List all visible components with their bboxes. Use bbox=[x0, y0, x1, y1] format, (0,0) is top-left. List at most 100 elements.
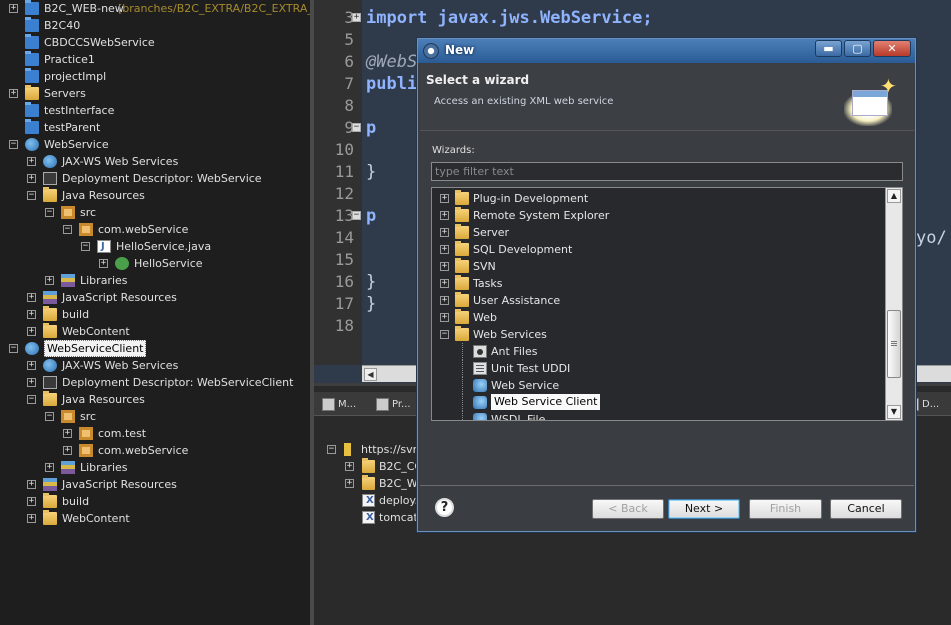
finish-button[interactable]: Finish bbox=[749, 499, 822, 519]
explorer-item-label: Deployment Descriptor: WebService bbox=[62, 172, 262, 185]
code-line[interactable]: publi bbox=[366, 74, 417, 94]
explorer-item-label: B2C_WEB-new bbox=[44, 2, 124, 15]
collapse-icon[interactable]: − bbox=[327, 445, 336, 454]
wizard-header-description: Access an existing XML web service bbox=[434, 96, 614, 107]
next-button[interactable]: Next > bbox=[668, 499, 740, 519]
explorer-item-label: WebService bbox=[44, 138, 109, 151]
explorer-item-label: Servers bbox=[44, 87, 86, 100]
folder-icon bbox=[25, 85, 39, 100]
expand-icon[interactable]: + bbox=[440, 279, 449, 288]
code-line[interactable]: } bbox=[366, 162, 376, 182]
wizard-tree-label: User Assistance bbox=[473, 294, 561, 307]
explorer-item-label: src bbox=[80, 410, 97, 423]
expand-icon[interactable]: + bbox=[99, 259, 108, 268]
collapse-icon[interactable]: − bbox=[440, 330, 449, 339]
help-icon[interactable]: ? bbox=[435, 498, 454, 517]
expand-icon[interactable]: + bbox=[27, 361, 36, 370]
close-button[interactable]: ✕ bbox=[873, 40, 911, 57]
expand-icon[interactable]: + bbox=[63, 429, 72, 438]
expand-icon[interactable]: + bbox=[27, 497, 36, 506]
expand-icon[interactable]: + bbox=[440, 296, 449, 305]
explorer-item-label: src bbox=[80, 206, 97, 219]
wizard-filter-input[interactable] bbox=[431, 162, 903, 181]
explorer-item-label: testParent bbox=[44, 121, 101, 134]
scroll-down-arrow-icon[interactable]: ▼ bbox=[887, 405, 901, 419]
project-explorer: + B2C_WEB-new [branches/B2C_EXTRA/B2C_EXT… bbox=[0, 0, 310, 625]
web-service-icon bbox=[25, 138, 39, 151]
scroll-up-arrow-icon[interactable]: ▲ bbox=[887, 189, 901, 203]
expand-icon[interactable]: + bbox=[27, 174, 36, 183]
expand-icon[interactable]: + bbox=[27, 514, 36, 523]
expand-icon[interactable]: + bbox=[27, 480, 36, 489]
collapse-icon[interactable]: − bbox=[27, 191, 36, 200]
collapse-icon[interactable]: − bbox=[63, 225, 72, 234]
wizard-tree[interactable]: + Plug-in Development + Remote System Explo… bbox=[431, 187, 903, 421]
folder-icon bbox=[43, 391, 57, 406]
folder-icon bbox=[455, 190, 469, 205]
maximize-button[interactable]: ▢ bbox=[844, 40, 871, 57]
scrollbar-thumb[interactable] bbox=[887, 310, 901, 378]
expand-icon[interactable]: + bbox=[27, 327, 36, 336]
collapse-icon[interactable]: − bbox=[9, 344, 18, 353]
scroll-left-arrow-icon[interactable]: ◀ bbox=[364, 368, 377, 381]
collapse-icon[interactable]: − bbox=[81, 242, 90, 251]
code-text: } bbox=[366, 162, 377, 182]
expand-icon[interactable]: + bbox=[63, 446, 72, 455]
collapse-icon[interactable]: − bbox=[9, 140, 18, 149]
fold-collapse-icon[interactable]: − bbox=[352, 123, 361, 132]
expand-icon[interactable]: + bbox=[45, 463, 54, 472]
expand-icon[interactable]: + bbox=[440, 313, 449, 322]
line-number: 16 bbox=[334, 272, 354, 291]
tab-properties[interactable]: Pr... bbox=[374, 396, 411, 413]
expand-icon[interactable]: + bbox=[345, 462, 354, 471]
expand-icon[interactable]: + bbox=[27, 157, 36, 166]
dialog-titlebar[interactable]: New ▬ ▢ ✕ bbox=[418, 39, 915, 63]
code-line[interactable]: @WebS bbox=[366, 52, 417, 72]
xml-file-icon bbox=[362, 509, 375, 526]
line-number: 8 bbox=[344, 96, 354, 115]
explorer-item-label: Practice1 bbox=[44, 53, 95, 66]
project-icon bbox=[25, 119, 39, 134]
repository-icon bbox=[344, 443, 351, 456]
expand-icon[interactable]: + bbox=[27, 378, 36, 387]
expand-icon[interactable]: + bbox=[440, 245, 449, 254]
tab-markers[interactable]: M... bbox=[320, 396, 356, 413]
expand-icon[interactable]: + bbox=[440, 262, 449, 271]
line-number: 9 bbox=[344, 118, 354, 137]
expand-icon[interactable]: + bbox=[345, 479, 354, 488]
expand-icon[interactable]: + bbox=[27, 310, 36, 319]
expand-icon[interactable]: + bbox=[440, 211, 449, 220]
wizard-tree-label: Web Services bbox=[473, 328, 547, 341]
expand-icon[interactable]: + bbox=[45, 276, 54, 285]
code-line[interactable]: } bbox=[366, 272, 376, 292]
cancel-button[interactable]: Cancel bbox=[830, 499, 902, 519]
back-button[interactable]: < Back bbox=[592, 499, 664, 519]
line-number: 17 bbox=[334, 294, 354, 313]
expand-icon[interactable]: + bbox=[9, 89, 18, 98]
fold-collapse-icon[interactable]: − bbox=[352, 211, 361, 220]
project-icon bbox=[25, 17, 39, 32]
folder-icon bbox=[43, 187, 57, 202]
wizard-tree-scrollbar[interactable]: ▲ ▼ bbox=[885, 188, 902, 420]
collapse-icon[interactable]: − bbox=[45, 412, 54, 421]
explorer-item-label: B2C40 bbox=[44, 19, 81, 32]
minimize-button[interactable]: ▬ bbox=[815, 40, 842, 57]
line-number: 12 bbox=[334, 184, 354, 203]
code-line[interactable]: p bbox=[366, 118, 376, 138]
explorer-item-label: projectImpl bbox=[44, 70, 107, 83]
code-line-tail: yo/ bbox=[916, 228, 947, 248]
collapse-icon[interactable]: − bbox=[45, 208, 54, 217]
expand-icon[interactable]: + bbox=[440, 194, 449, 203]
expand-icon[interactable]: + bbox=[440, 228, 449, 237]
code-line[interactable]: p bbox=[366, 206, 376, 226]
code-line[interactable]: } bbox=[366, 294, 376, 314]
code-line[interactable]: import javax.jws.WebService; bbox=[366, 8, 653, 28]
expand-icon[interactable]: + bbox=[27, 293, 36, 302]
xml-file-icon bbox=[362, 492, 375, 509]
collapse-icon[interactable]: − bbox=[27, 395, 36, 404]
dialog-title: New bbox=[445, 43, 475, 57]
expand-icon[interactable]: + bbox=[9, 4, 18, 13]
folder-icon bbox=[362, 475, 375, 490]
wizard-tree-label: Ant Files bbox=[491, 345, 538, 358]
fold-expand-icon[interactable]: + bbox=[352, 13, 361, 22]
